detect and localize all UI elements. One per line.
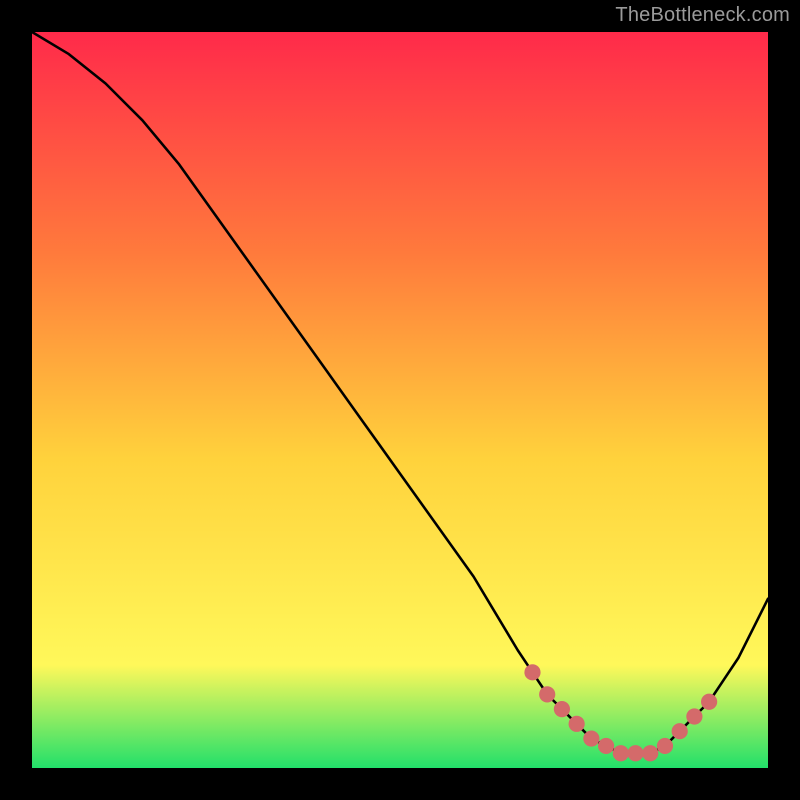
optimal-dot: [598, 738, 614, 754]
optimal-dot: [569, 716, 585, 732]
optimal-dot: [524, 664, 540, 680]
optimal-dot: [539, 686, 555, 702]
gradient-background: [32, 32, 768, 768]
optimal-dot: [627, 745, 643, 761]
optimal-dot: [613, 745, 629, 761]
optimal-dot: [583, 730, 599, 746]
optimal-dot: [701, 694, 717, 710]
optimal-dot: [657, 738, 673, 754]
watermark-label: TheBottleneck.com: [615, 4, 790, 27]
chart-frame: TheBottleneck.com: [0, 0, 800, 800]
optimal-dot: [554, 701, 570, 717]
optimal-dot: [672, 723, 688, 739]
optimal-dot: [642, 745, 658, 761]
optimal-dot: [686, 708, 702, 724]
bottleneck-chart: [32, 32, 768, 768]
